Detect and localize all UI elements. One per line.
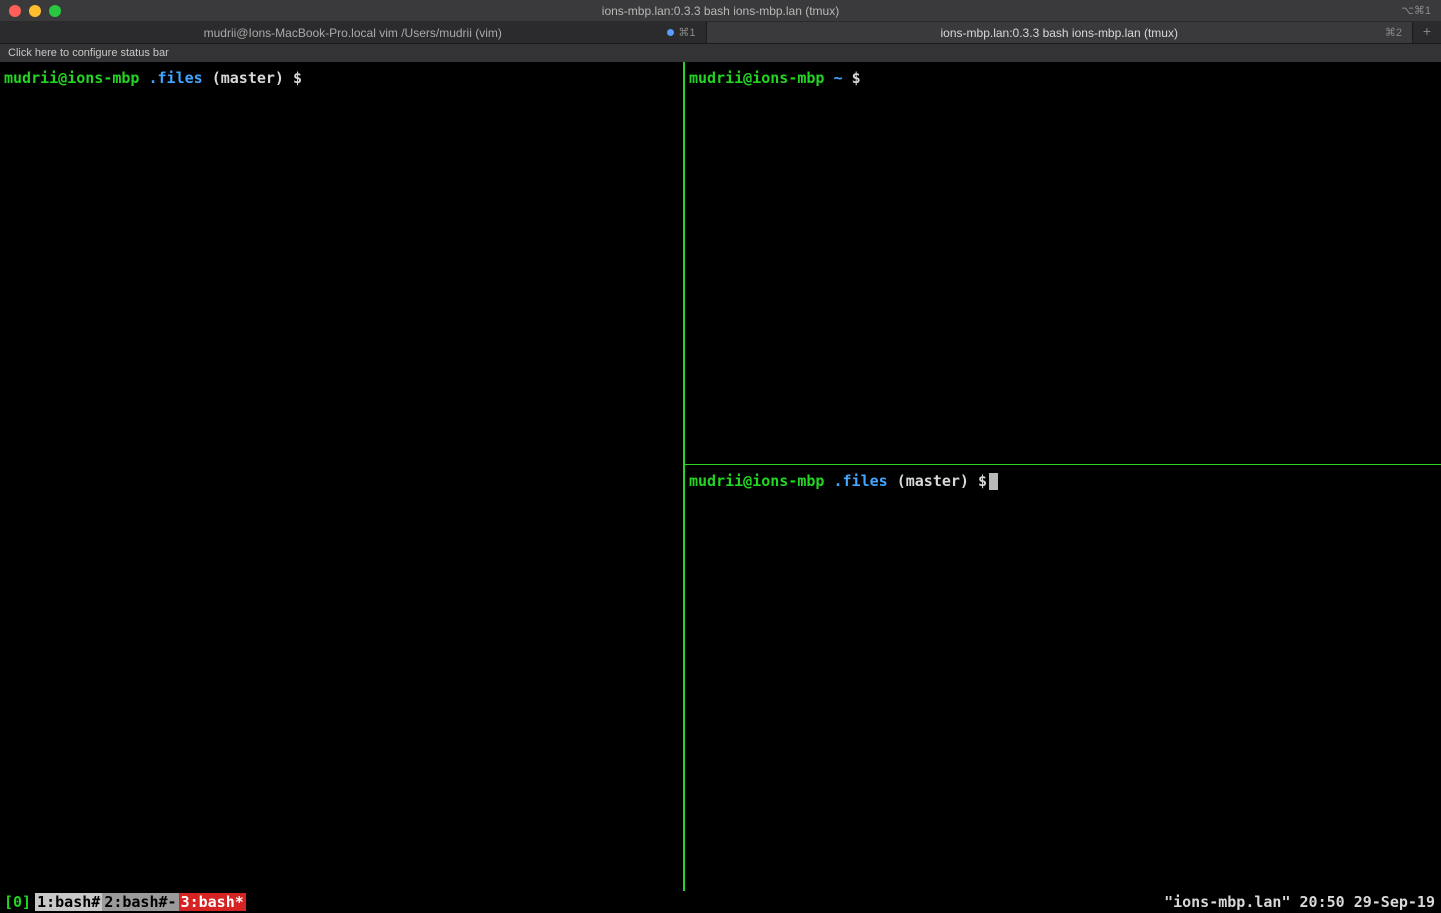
tmux-window-2[interactable]: 2:bash#- — [102, 893, 178, 911]
window-titlebar: ions-mbp.lan:0.3.3 bash ions-mbp.lan (tm… — [0, 0, 1441, 22]
prompt-line: mudrii@ions-mbp .files (master) $ — [4, 68, 679, 89]
tmux-status-right: "ions-mbp.lan" 20:50 29-Sep-19 — [1164, 893, 1441, 911]
maximize-button[interactable] — [49, 5, 61, 17]
prompt-branch: (master) — [212, 69, 284, 87]
prompt-dollar: $ — [978, 472, 987, 490]
prompt-path: ~ — [834, 69, 843, 87]
window-title: ions-mbp.lan:0.3.3 bash ions-mbp.lan (tm… — [602, 4, 839, 18]
tmux-pane-right-bottom[interactable]: mudrii@ions-mbp .files (master) $ — [685, 465, 1441, 891]
tab-shortcut: ⌘2 — [1385, 26, 1402, 39]
prompt-line: mudrii@ions-mbp ~ $ — [689, 68, 1437, 89]
tmux-statusbar: [0] 1:bash# 2:bash#- 3:bash* "ions-mbp.l… — [0, 891, 1441, 913]
prompt-user: mudrii@ions-mbp — [689, 69, 824, 87]
tmux-window-1[interactable]: 1:bash# — [35, 893, 102, 911]
tmux-pane-left[interactable]: mudrii@ions-mbp .files (master) $ — [0, 62, 683, 891]
cursor-icon — [989, 473, 998, 490]
tab-label: mudrii@Ions-MacBook-Pro.local vim /Users… — [204, 26, 502, 40]
modified-dot-icon — [667, 29, 674, 36]
tab-label: ions-mbp.lan:0.3.3 bash ions-mbp.lan (tm… — [941, 26, 1178, 40]
minimize-button[interactable] — [29, 5, 41, 17]
tmux-pane-right-top[interactable]: mudrii@ions-mbp ~ $ — [685, 62, 1441, 464]
tmux-status-left: [0] 1:bash# 2:bash#- 3:bash* — [0, 893, 246, 911]
tab-shortcut: ⌘1 — [667, 26, 695, 39]
traffic-lights — [0, 5, 61, 17]
window-shortcut-indicator: ⌥⌘1 — [1401, 4, 1441, 17]
prompt-user: mudrii@ions-mbp — [4, 69, 139, 87]
prompt-dollar: $ — [293, 69, 302, 87]
tab-tmux[interactable]: ions-mbp.lan:0.3.3 bash ions-mbp.lan (tm… — [707, 22, 1414, 43]
prompt-line: mudrii@ions-mbp .files (master) $ — [689, 471, 1437, 492]
close-button[interactable] — [9, 5, 21, 17]
tmux-window-3-active[interactable]: 3:bash* — [179, 893, 246, 911]
prompt-branch: (master) — [897, 472, 969, 490]
add-tab-button[interactable]: + — [1413, 22, 1441, 43]
tab-bar: mudrii@Ions-MacBook-Pro.local vim /Users… — [0, 22, 1441, 44]
tmux-session-indicator[interactable]: [0] — [0, 893, 35, 911]
configure-statusbar-hint[interactable]: Click here to configure status bar — [0, 44, 1441, 62]
tmux-pane-right-group: mudrii@ions-mbp ~ $ mudrii@ions-mbp .fil… — [685, 62, 1441, 891]
terminal-area: mudrii@ions-mbp .files (master) $ mudrii… — [0, 62, 1441, 891]
prompt-path: .files — [834, 472, 888, 490]
prompt-path: .files — [149, 69, 203, 87]
prompt-dollar: $ — [852, 69, 861, 87]
tab-vim[interactable]: mudrii@Ions-MacBook-Pro.local vim /Users… — [0, 22, 707, 43]
prompt-user: mudrii@ions-mbp — [689, 472, 824, 490]
